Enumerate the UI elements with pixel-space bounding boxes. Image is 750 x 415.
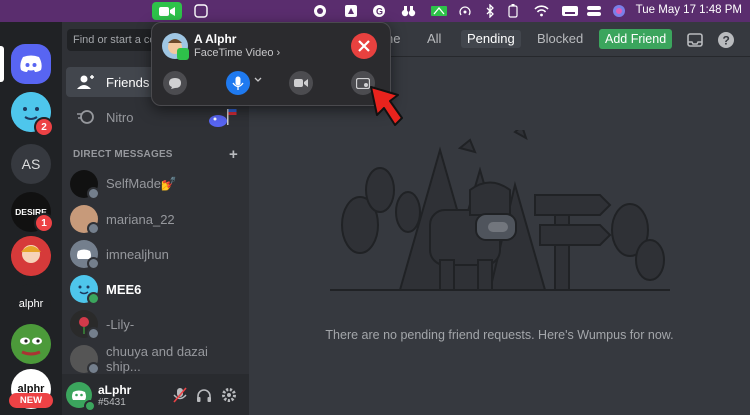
user-panel: aLphr #5431: [62, 374, 249, 415]
svg-text:?: ?: [723, 34, 730, 48]
mute-mic-button[interactable]: [172, 387, 188, 403]
friends-label: Friends: [106, 74, 150, 90]
dm-name: imnealjhun: [106, 246, 169, 262]
avatar: [70, 275, 100, 305]
svg-text:G: G: [376, 7, 383, 17]
user-settings-button[interactable]: [221, 387, 237, 403]
bluetooth-icon[interactable]: [484, 3, 496, 19]
server-anime[interactable]: [11, 236, 51, 276]
camera-button[interactable]: [289, 71, 313, 95]
status-indicator: [87, 187, 100, 200]
keyboard-icon[interactable]: [561, 3, 579, 19]
menubar-clock[interactable]: Tue May 17 1:48 PM: [636, 4, 742, 16]
active-server-indicator: [0, 46, 4, 82]
microphone-icon: [232, 76, 244, 90]
call-type-link[interactable]: FaceTime Video ›: [194, 47, 280, 59]
status-indicator: [87, 292, 100, 305]
status-indicator: [87, 257, 100, 270]
avatar: [70, 310, 100, 340]
mention-badge: 2: [34, 117, 54, 137]
tab-pending[interactable]: Pending: [461, 30, 521, 48]
caller-name: A Alphr: [194, 32, 237, 46]
headphones-icon: [197, 388, 211, 402]
dm-item-imnealjhun[interactable]: imnealjhun: [66, 237, 243, 271]
dm-name: chuuya and dazai ship...: [106, 344, 208, 374]
help-icon: ?: [718, 32, 734, 48]
binoculars-icon[interactable]: [400, 3, 416, 19]
server-pepe[interactable]: [11, 324, 51, 364]
creative-cloud-icon[interactable]: [312, 3, 328, 19]
wifi-icon[interactable]: [533, 3, 549, 19]
airdrop-icon[interactable]: [457, 3, 473, 19]
avatar: [70, 345, 100, 375]
message-button[interactable]: [163, 71, 187, 95]
server-alphr[interactable]: alphr: [11, 284, 51, 324]
tab-blocked[interactable]: Blocked: [531, 30, 589, 48]
microphone-button[interactable]: [226, 71, 250, 95]
status-indicator: [87, 222, 100, 235]
dm-name: -Lily-: [106, 316, 135, 332]
dual-screen-icon[interactable]: [430, 3, 448, 19]
create-dm-button[interactable]: +: [229, 146, 238, 163]
facetime-badge-icon: [177, 48, 189, 60]
chevron-down-icon[interactable]: [254, 77, 262, 83]
gear-icon: [222, 388, 236, 402]
new-badge: NEW: [9, 393, 53, 408]
macos-menu-bar: G Tue May 17 1:48 PM: [0, 0, 750, 22]
wumpus-illustration: [330, 130, 670, 291]
message-bubble-icon: [169, 77, 181, 89]
pepe-frog-icon: [11, 324, 51, 364]
microphone-muted-icon: [173, 387, 187, 403]
avatar: [70, 205, 100, 235]
status-indicator: [87, 327, 100, 340]
facetime-call-hud: A Alphr FaceTime Video ›: [151, 22, 391, 106]
end-call-button[interactable]: [351, 33, 377, 59]
control-center-icon[interactable]: [586, 3, 602, 19]
nitro-icon: [76, 107, 96, 127]
dm-item-mariana[interactable]: mariana_22: [66, 202, 243, 236]
dm-item-lily[interactable]: -Lily-: [66, 307, 243, 341]
nitro-label: Nitro: [106, 109, 134, 125]
online-status-indicator: [84, 400, 96, 412]
friends-icon: [76, 72, 96, 92]
no-pending-requests-message: There are no pending friend requests. He…: [325, 328, 674, 342]
siri-icon[interactable]: [611, 3, 627, 19]
avatar: [70, 170, 100, 200]
discord-logo-icon: [20, 55, 42, 72]
inbox-button[interactable]: [686, 31, 704, 49]
drive-icon[interactable]: [343, 3, 359, 19]
discord-home-button[interactable]: [11, 44, 51, 84]
facetime-menubar-icon[interactable]: [152, 2, 182, 20]
tab-all[interactable]: All: [421, 30, 447, 48]
dm-item-selfmade[interactable]: SelfMade💅: [66, 167, 243, 201]
direct-messages-label: DIRECT MESSAGES: [73, 149, 173, 160]
anime-avatar-icon: [11, 236, 51, 276]
avatar: [70, 240, 100, 270]
screen-share-icon[interactable]: [193, 3, 209, 19]
username: aLphr: [98, 383, 132, 397]
dm-item-chuuya-dazai[interactable]: chuuya and dazai ship...: [66, 342, 243, 376]
add-friend-button[interactable]: Add Friend: [599, 29, 673, 49]
battery-charging-icon[interactable]: [506, 3, 520, 19]
mention-badge: 1: [34, 213, 54, 233]
user-tag: #5431: [98, 397, 126, 408]
annotation-arrow-icon: [370, 86, 403, 126]
deafen-button[interactable]: [196, 387, 212, 403]
direct-messages-header: DIRECT MESSAGES +: [73, 146, 238, 163]
grammarly-icon[interactable]: G: [371, 3, 387, 19]
sidebar-item-nitro[interactable]: Nitro: [66, 102, 243, 132]
wumpus-flag-icon: [209, 109, 237, 127]
dm-name: MEE6: [106, 281, 142, 297]
server-rail: 2 AS DESIRE 1 alphr alphr NEW: [0, 22, 62, 415]
dm-item-mee6[interactable]: MEE6: [66, 272, 243, 306]
close-icon: [358, 40, 370, 52]
video-camera-icon: [294, 79, 308, 87]
dm-name: mariana_22: [106, 211, 175, 227]
dm-name: SelfMade💅: [106, 176, 178, 191]
help-button[interactable]: ?: [717, 31, 735, 49]
inbox-icon: [687, 33, 703, 47]
server-as[interactable]: AS: [11, 144, 51, 184]
